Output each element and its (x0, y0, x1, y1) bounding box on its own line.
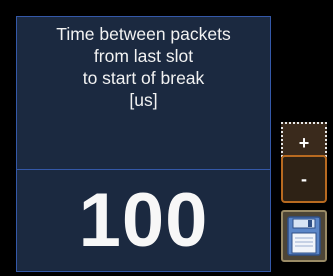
floppy-disk-icon (287, 216, 321, 256)
device-screen: Time between packets from last slot to s… (0, 0, 333, 276)
description-unit: [us] (129, 90, 158, 110)
decrement-label: - (301, 168, 307, 189)
value-panel: Time between packets from last slot to s… (16, 16, 271, 272)
parameter-description: Time between packets from last slot to s… (17, 17, 270, 169)
increment-label: + (298, 133, 310, 153)
description-line-1: Time between packets (56, 24, 231, 44)
save-button[interactable] (281, 210, 327, 262)
parameter-value: 100 (78, 178, 209, 263)
decrement-button[interactable]: - (281, 155, 327, 203)
description-line-2: from last slot (93, 46, 194, 66)
description-line-3: to start of break (82, 68, 205, 88)
